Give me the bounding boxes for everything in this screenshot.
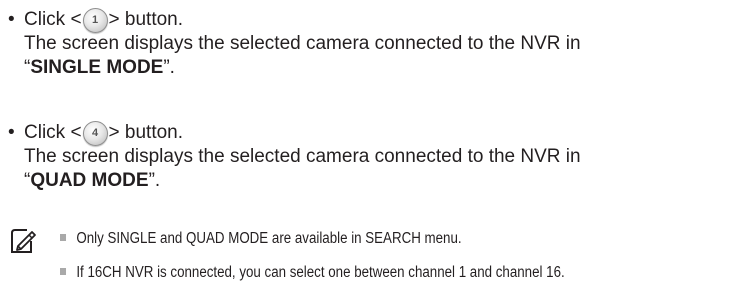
step-single-mode: • Click < 1 > button. The screen display…: [8, 7, 728, 80]
mode-line: “SINGLE MODE”.: [24, 56, 728, 80]
click-suffix: > button.: [108, 122, 184, 143]
mode-name: SINGLE MODE: [30, 57, 164, 78]
click-prefix: Click <: [24, 9, 82, 30]
note-text: Only SINGLE and QUAD MODE are available …: [76, 230, 462, 247]
bullet: •: [8, 9, 15, 30]
note-item: If 16CH NVR is connected, you can select…: [60, 263, 565, 283]
note-item: Only SINGLE and QUAD MODE are available …: [60, 229, 462, 249]
click-instruction: Click < 4 > button.: [24, 120, 728, 146]
close-quote: ”.: [148, 170, 161, 191]
channel-1-button-icon: 1: [82, 7, 108, 33]
note-pencil-icon: [11, 229, 36, 253]
click-prefix: Click <: [24, 122, 82, 143]
bullet: •: [8, 122, 15, 143]
mode-name: QUAD MODE: [30, 170, 149, 191]
square-bullet-icon: [60, 268, 67, 275]
square-bullet-icon: [60, 234, 67, 241]
step-quad-mode: • Click < 4 > button. The screen display…: [8, 120, 728, 193]
channel-4-button-icon: 4: [82, 120, 108, 146]
note-text: If 16CH NVR is connected, you can select…: [76, 264, 565, 281]
close-quote: ”.: [163, 57, 175, 78]
step-description: The screen displays the selected camera …: [24, 146, 581, 167]
step-description: The screen displays the selected camera …: [24, 33, 581, 54]
click-instruction: Click < 1 > button.: [24, 7, 728, 33]
mode-line: “QUAD MODE”.: [24, 169, 728, 193]
click-suffix: > button.: [108, 9, 184, 30]
